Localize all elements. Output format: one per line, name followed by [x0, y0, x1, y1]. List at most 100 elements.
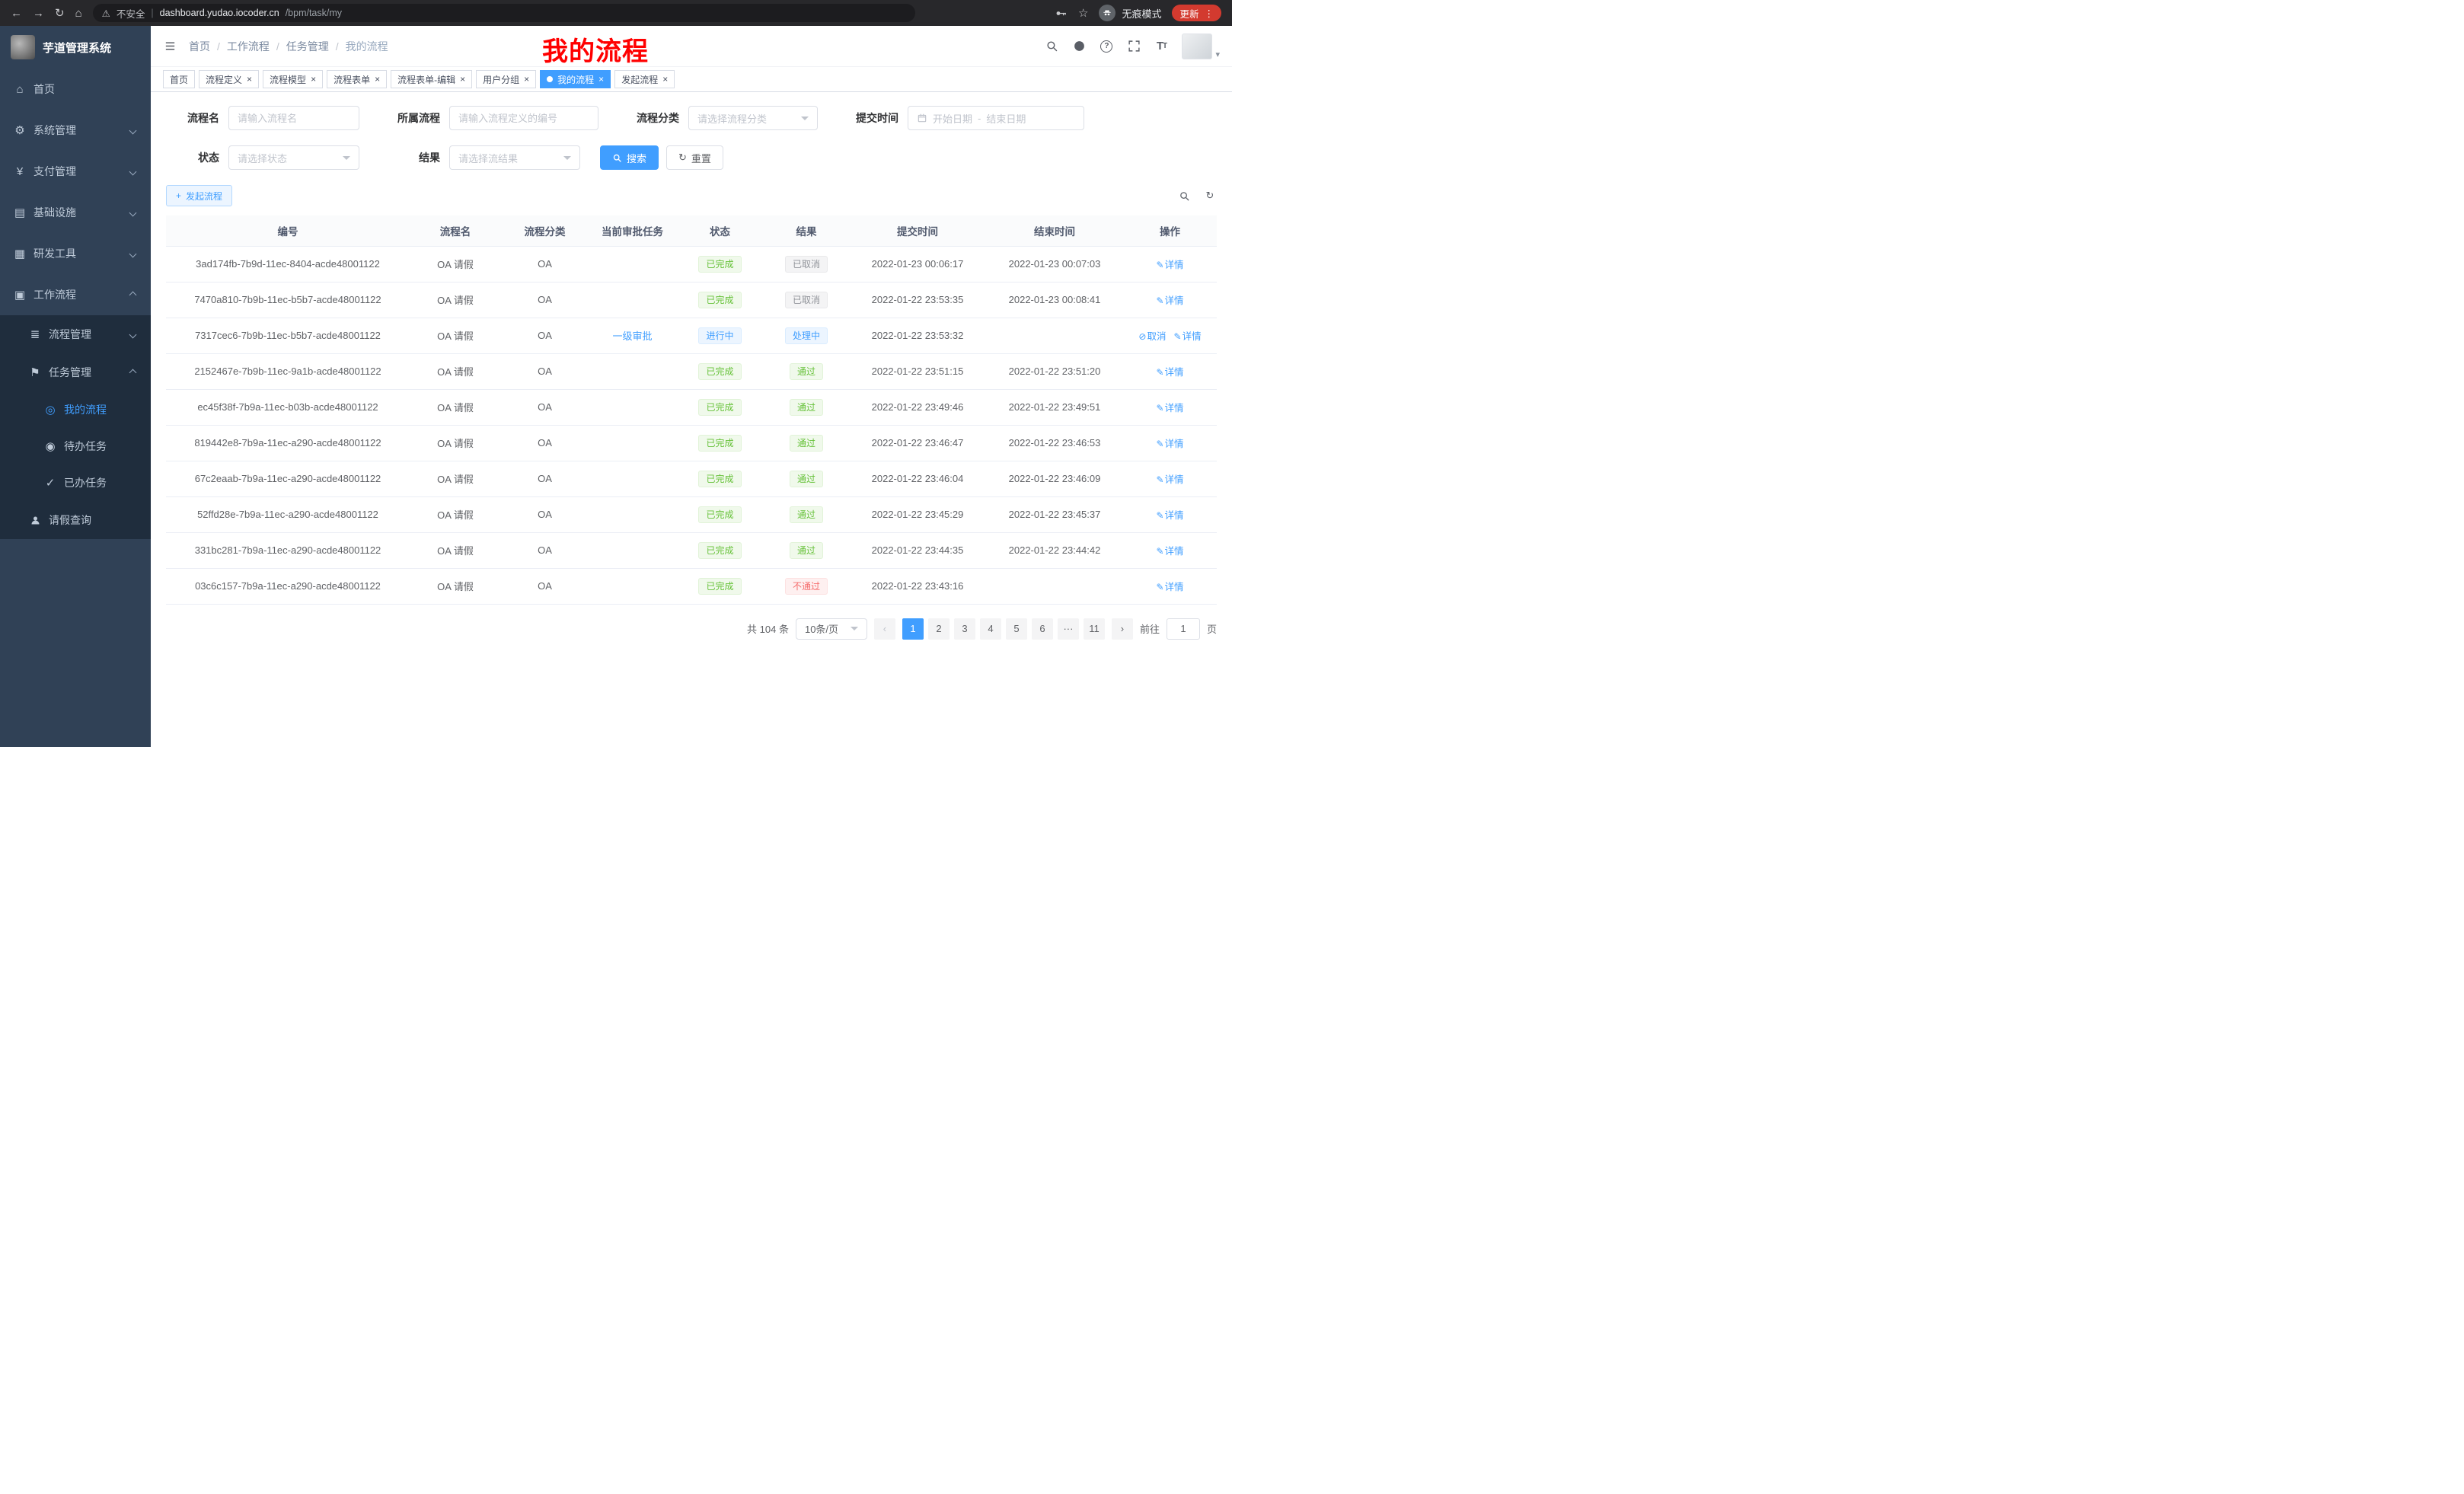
cancel-action-link[interactable]: ⊘取消 — [1138, 331, 1166, 342]
tab-process-model[interactable]: 流程模型× — [263, 70, 323, 88]
page-button[interactable]: 1 — [902, 618, 924, 640]
sidebar-item-payment[interactable]: ¥ 支付管理 — [0, 151, 151, 192]
cell-process-name: OA 请假 — [410, 389, 501, 425]
security-label[interactable]: 不安全 — [116, 6, 145, 21]
detail-action-link[interactable]: ✎详情 — [1156, 260, 1183, 270]
table-row: 03c6c157-7b9a-11ec-a290-acde48001122OA 请… — [166, 568, 1217, 604]
breadcrumb-separator: / — [336, 40, 339, 53]
status-select[interactable]: 请选择状态 — [228, 145, 359, 170]
close-icon[interactable]: × — [460, 75, 465, 84]
prev-page-button[interactable]: ‹ — [874, 618, 895, 640]
cell-end-time — [986, 318, 1123, 353]
close-icon[interactable]: × — [375, 75, 380, 84]
cell-status: 已完成 — [676, 461, 764, 496]
cell-result: 处理中 — [764, 318, 849, 353]
detail-action-link[interactable]: ✎详情 — [1156, 403, 1183, 413]
breadcrumb-item[interactable]: 任务管理 — [286, 39, 329, 54]
page-button[interactable]: 4 — [980, 618, 1001, 640]
tab-process-form-edit[interactable]: 流程表单-编辑× — [391, 70, 472, 88]
sidebar-item-label: 任务管理 — [49, 365, 123, 380]
font-size-icon[interactable]: TT — [1154, 40, 1168, 53]
browser-home-button[interactable]: ⌂ — [75, 8, 82, 19]
sidebar-item-process-management[interactable]: ≣ 流程管理 — [0, 315, 151, 353]
page-button[interactable]: 5 — [1006, 618, 1027, 640]
detail-action-link[interactable]: ✎详情 — [1156, 367, 1183, 378]
process-definition-input[interactable] — [449, 106, 598, 130]
process-name-input[interactable] — [228, 106, 359, 130]
annotation-title: 我的流程 — [542, 30, 649, 68]
close-icon[interactable]: × — [524, 75, 529, 84]
cell-current-task — [589, 389, 676, 425]
calendar-icon — [917, 113, 927, 123]
reset-button[interactable]: ↻ 重置 — [666, 145, 723, 170]
sidebar-item-devtools[interactable]: ▦ 研发工具 — [0, 233, 151, 274]
goto-page-input[interactable] — [1167, 618, 1200, 640]
page-button[interactable]: 6 — [1032, 618, 1053, 640]
pager-ellipsis[interactable]: ··· — [1058, 618, 1079, 640]
sidebar-item-workflow[interactable]: ▣ 工作流程 — [0, 274, 151, 315]
sidebar-item-task-management[interactable]: ⚑ 任务管理 — [0, 353, 151, 391]
cell-category: OA — [501, 353, 589, 389]
page-button[interactable]: 2 — [928, 618, 950, 640]
show-search-icon[interactable] — [1177, 189, 1191, 203]
filter-result: 结果 请选择流结果 — [379, 145, 580, 170]
category-select[interactable]: 请选择流程分类 — [688, 106, 818, 130]
browser-forward-button[interactable]: → — [33, 8, 44, 19]
browser-update-button[interactable]: 更新 ⋮ — [1172, 5, 1221, 21]
result-select[interactable]: 请选择流结果 — [449, 145, 580, 170]
browser-menu-kebab-icon[interactable]: ⋮ — [1205, 8, 1214, 19]
detail-action-link[interactable]: ✎详情 — [1156, 295, 1183, 306]
address-bar[interactable]: ⚠ 不安全 | dashboard.yudao.iocoder.cn/bpm/t… — [93, 4, 915, 22]
github-icon[interactable] — [1072, 40, 1086, 53]
user-avatar-menu[interactable]: ▾ — [1182, 34, 1220, 59]
detail-action-link[interactable]: ✎详情 — [1174, 331, 1202, 342]
tab-my-process[interactable]: 我的流程× — [540, 70, 611, 88]
sidebar-item-system[interactable]: ⚙ 系统管理 — [0, 110, 151, 151]
edit-icon: ✎ — [1174, 331, 1182, 342]
next-page-button[interactable]: › — [1112, 618, 1133, 640]
browser-back-button[interactable]: ← — [11, 8, 22, 19]
current-task-link[interactable]: 一级审批 — [612, 330, 652, 342]
cell-process-name: OA 请假 — [410, 353, 501, 389]
breadcrumb-item[interactable]: 工作流程 — [227, 39, 270, 54]
tab-user-group[interactable]: 用户分组× — [476, 70, 536, 88]
detail-action-link[interactable]: ✎详情 — [1156, 546, 1183, 557]
detail-action-link[interactable]: ✎详情 — [1156, 439, 1183, 449]
bookmark-star-icon[interactable]: ☆ — [1078, 8, 1088, 19]
close-icon[interactable]: × — [662, 75, 668, 84]
detail-action-link[interactable]: ✎详情 — [1156, 510, 1183, 521]
warning-icon: ⚠ — [102, 8, 110, 19]
column-header-end-time: 结束时间 — [986, 215, 1123, 246]
detail-action-link[interactable]: ✎详情 — [1156, 582, 1183, 592]
close-icon[interactable]: × — [311, 75, 316, 84]
sidebar-item-infrastructure[interactable]: ▤ 基础设施 — [0, 192, 151, 233]
tab-process-definition[interactable]: 流程定义× — [199, 70, 259, 88]
page-size-select[interactable]: 10条/页 — [796, 618, 867, 640]
browser-reload-button[interactable]: ↻ — [55, 8, 65, 19]
sidebar-item-home[interactable]: ⌂ 首页 — [0, 69, 151, 110]
sidebar-item-todo-tasks[interactable]: ◉ 待办任务 — [0, 428, 151, 464]
cell-result: 已取消 — [764, 246, 849, 282]
sidebar-item-leave-query[interactable]: 请假查询 — [0, 501, 151, 539]
sidebar-collapse-icon[interactable] — [163, 40, 177, 53]
tab-start-process[interactable]: 发起流程× — [614, 70, 675, 88]
tab-home[interactable]: 首页 — [163, 70, 195, 88]
detail-action-link[interactable]: ✎详情 — [1156, 474, 1183, 485]
refresh-table-icon[interactable]: ↻ — [1203, 189, 1217, 203]
fullscreen-icon[interactable] — [1127, 40, 1141, 53]
tab-process-form[interactable]: 流程表单× — [327, 70, 387, 88]
sidebar-item-my-process[interactable]: ◎ 我的流程 — [0, 391, 151, 428]
close-icon[interactable]: × — [598, 75, 604, 84]
password-key-icon[interactable] — [1054, 6, 1068, 20]
page-button[interactable]: 11 — [1084, 618, 1105, 640]
date-range-picker[interactable]: 开始日期 - 结束日期 — [908, 106, 1084, 130]
breadcrumb-item[interactable]: 首页 — [189, 39, 210, 54]
search-icon[interactable] — [1045, 40, 1058, 53]
sidebar-item-done-tasks[interactable]: ✓ 已办任务 — [0, 464, 151, 501]
close-icon[interactable]: × — [247, 75, 252, 84]
page-button[interactable]: 3 — [954, 618, 975, 640]
result-badge: 通过 — [790, 435, 823, 452]
help-icon[interactable]: ? — [1100, 40, 1113, 53]
start-process-button[interactable]: + 发起流程 — [166, 185, 232, 206]
search-button[interactable]: 搜索 — [600, 145, 659, 170]
